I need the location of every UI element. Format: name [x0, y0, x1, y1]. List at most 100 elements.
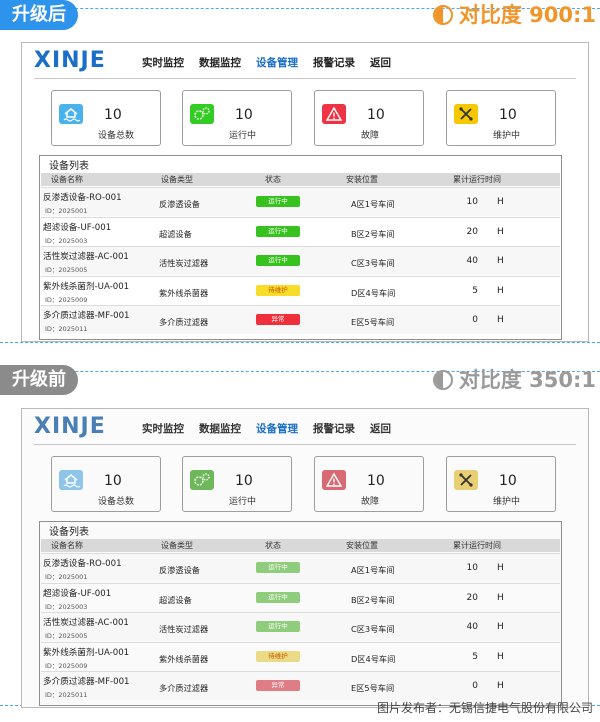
device-list-title: 设备列表 — [49, 527, 89, 538]
device-type: 反渗透设备 — [159, 199, 200, 209]
nav-item-1[interactable]: 数据监控 — [199, 57, 241, 69]
device-name: 反渗透设备-RO-001 — [43, 559, 122, 569]
runtime-unit: H — [497, 256, 504, 266]
after-badge: 升级后 — [0, 0, 78, 30]
nav-item-4[interactable]: 返回 — [370, 57, 391, 69]
image-credit: 图片发布者：无锡信捷电气股份有限公司 — [376, 701, 593, 715]
stat-card[interactable]: 10 运行中 — [182, 456, 292, 512]
device-type: 多介质过滤器 — [159, 683, 209, 693]
column-header: 设备类型 — [161, 541, 193, 550]
device-id: ID：2025005 — [45, 266, 88, 274]
device-id: ID：2025001 — [45, 573, 88, 581]
house-water-icon — [59, 104, 83, 124]
stat-label: 维护中 — [493, 497, 521, 507]
column-header: 安装位置 — [346, 541, 378, 550]
stat-value: 10 — [235, 473, 253, 489]
stat-value: 10 — [499, 473, 517, 489]
nav-item-0[interactable]: 实时监控 — [142, 423, 184, 435]
runtime-hours: 5 — [472, 285, 478, 296]
status-badge: 异常 — [256, 680, 300, 691]
table-row[interactable]: 活性炭过滤器-AC-001 ID：2025005 活性炭过滤器 运行中 C区3号… — [41, 246, 560, 275]
status-badge: 运行中 — [256, 621, 300, 632]
table-header: 设备名称 设备类型 状态 安装位置 累计运行时间 — [41, 539, 560, 552]
stat-card[interactable]: 10 维护中 — [446, 90, 556, 146]
before-contrast-text: 对比度 350:1 — [458, 368, 596, 392]
install-location: E区5号车间 — [351, 683, 395, 693]
table-row[interactable]: 反渗透设备-RO-001 ID：2025001 反渗透设备 运行中 A区1号车间… — [41, 187, 560, 216]
stat-card[interactable]: 10 设备总数 — [51, 90, 161, 146]
runtime-unit: H — [497, 681, 504, 691]
runtime-hours: 0 — [472, 315, 478, 325]
column-header: 设备名称 — [51, 541, 83, 550]
device-name: 反渗透设备-RO-001 — [43, 193, 122, 203]
device-type: 反渗透设备 — [159, 565, 200, 575]
status-badge: 异常 — [256, 314, 300, 325]
main-nav: 实时监控 数据监控 设备管理 报警记录 返回 — [142, 421, 406, 436]
table-row[interactable]: 超滤设备-UF-001 ID：2025003 超滤设备 运行中 B区2号车间 2… — [41, 582, 560, 612]
nav-item-3[interactable]: 报警记录 — [313, 423, 355, 435]
stat-label: 设备总数 — [98, 131, 135, 141]
column-header: 累计运行时间 — [453, 175, 501, 184]
runtime-unit: H — [497, 285, 504, 296]
table-row[interactable]: 紫外线杀菌剂-UA-001 ID：2025009 紫外线杀菌器 待维护 D区4号… — [41, 641, 560, 671]
device-type: 超滤设备 — [159, 594, 192, 605]
table-row[interactable]: 超滤设备-UF-001 ID：2025003 超滤设备 运行中 B区2号车间 2… — [41, 216, 560, 246]
stat-label: 运行中 — [229, 131, 257, 141]
column-header: 累计运行时间 — [453, 541, 501, 550]
table-row[interactable]: 反渗透设备-RO-001 ID：2025001 反渗透设备 运行中 A区1号车间… — [41, 553, 560, 582]
column-header: 设备名称 — [51, 175, 83, 184]
table-row[interactable]: 多介质过滤器-MF-001 ID：2025011 多介质过滤器 异常 E区5号车… — [41, 305, 560, 334]
status-badge: 运行中 — [256, 196, 300, 207]
device-id: ID：2025003 — [45, 236, 88, 245]
stat-card[interactable]: 10 故障 — [314, 456, 424, 512]
install-location: B区2号车间 — [351, 228, 395, 239]
runtime-hours: 10 — [466, 197, 478, 207]
table-row[interactable]: 紫外线杀菌剂-UA-001 ID：2025009 紫外线杀菌器 待维护 D区4号… — [41, 275, 560, 305]
install-location: B区2号车间 — [351, 594, 395, 605]
nav-item-1[interactable]: 数据监控 — [199, 423, 241, 435]
status-badge: 待维护 — [256, 650, 300, 662]
tools-icon — [454, 470, 478, 490]
install-location: D区4号车间 — [351, 287, 396, 298]
device-type: 紫外线杀菌器 — [159, 653, 209, 664]
stat-label: 设备总数 — [98, 497, 135, 507]
stat-card[interactable]: 10 运行中 — [182, 90, 292, 146]
nav-item-0[interactable]: 实时监控 — [142, 57, 184, 69]
device-type: 活性炭过滤器 — [159, 258, 209, 268]
after-contrast-label: 对比度 900:1 — [432, 0, 596, 30]
nav-item-2[interactable]: 设备管理 — [256, 423, 298, 435]
install-location: E区5号车间 — [351, 317, 395, 327]
stat-card[interactable]: 10 设备总数 — [51, 456, 161, 512]
stat-label: 维护中 — [493, 131, 521, 141]
column-header: 状态 — [265, 175, 281, 184]
stat-card[interactable]: 10 故障 — [314, 90, 424, 146]
runtime-hours: 40 — [466, 622, 478, 632]
table-row[interactable]: 活性炭过滤器-AC-001 ID：2025005 活性炭过滤器 运行中 C区3号… — [41, 612, 560, 641]
table-row[interactable]: 多介质过滤器-MF-001 ID：2025011 多介质过滤器 异常 E区5号车… — [41, 671, 560, 700]
nav-item-3[interactable]: 报警记录 — [313, 57, 355, 69]
device-list: 设备列表 设备名称 设备类型 状态 安装位置 累计运行时间 反渗透设备-RO-001 I… — [39, 155, 562, 340]
device-id: ID：2025001 — [45, 207, 88, 215]
gears-icon — [190, 104, 214, 124]
install-location: A区1号车间 — [351, 199, 395, 209]
install-location: D区4号车间 — [351, 653, 396, 664]
device-name: 活性炭过滤器-AC-001 — [43, 618, 129, 628]
device-type: 超滤设备 — [159, 228, 192, 239]
nav-item-2[interactable]: 设备管理 — [256, 57, 298, 69]
xinje-logo: XINJE — [34, 414, 106, 439]
device-list: 设备列表 设备名称 设备类型 状态 安装位置 累计运行时间 反渗透设备-RO-001 I… — [39, 521, 562, 706]
stat-label: 运行中 — [229, 497, 257, 507]
nav-item-4[interactable]: 返回 — [370, 423, 391, 435]
column-header: 设备类型 — [161, 175, 193, 184]
device-id: ID：2025009 — [45, 295, 88, 304]
install-location: C区3号车间 — [351, 258, 395, 268]
contrast-icon — [432, 5, 453, 25]
device-name: 超滤设备-UF-001 — [43, 222, 112, 233]
device-type: 活性炭过滤器 — [159, 624, 209, 634]
runtime-hours: 20 — [466, 226, 478, 237]
stat-card[interactable]: 10 维护中 — [446, 456, 556, 512]
gears-icon — [190, 470, 214, 490]
stat-value: 10 — [235, 107, 253, 123]
install-location: C区3号车间 — [351, 624, 395, 634]
device-id: ID：2025005 — [45, 632, 88, 640]
